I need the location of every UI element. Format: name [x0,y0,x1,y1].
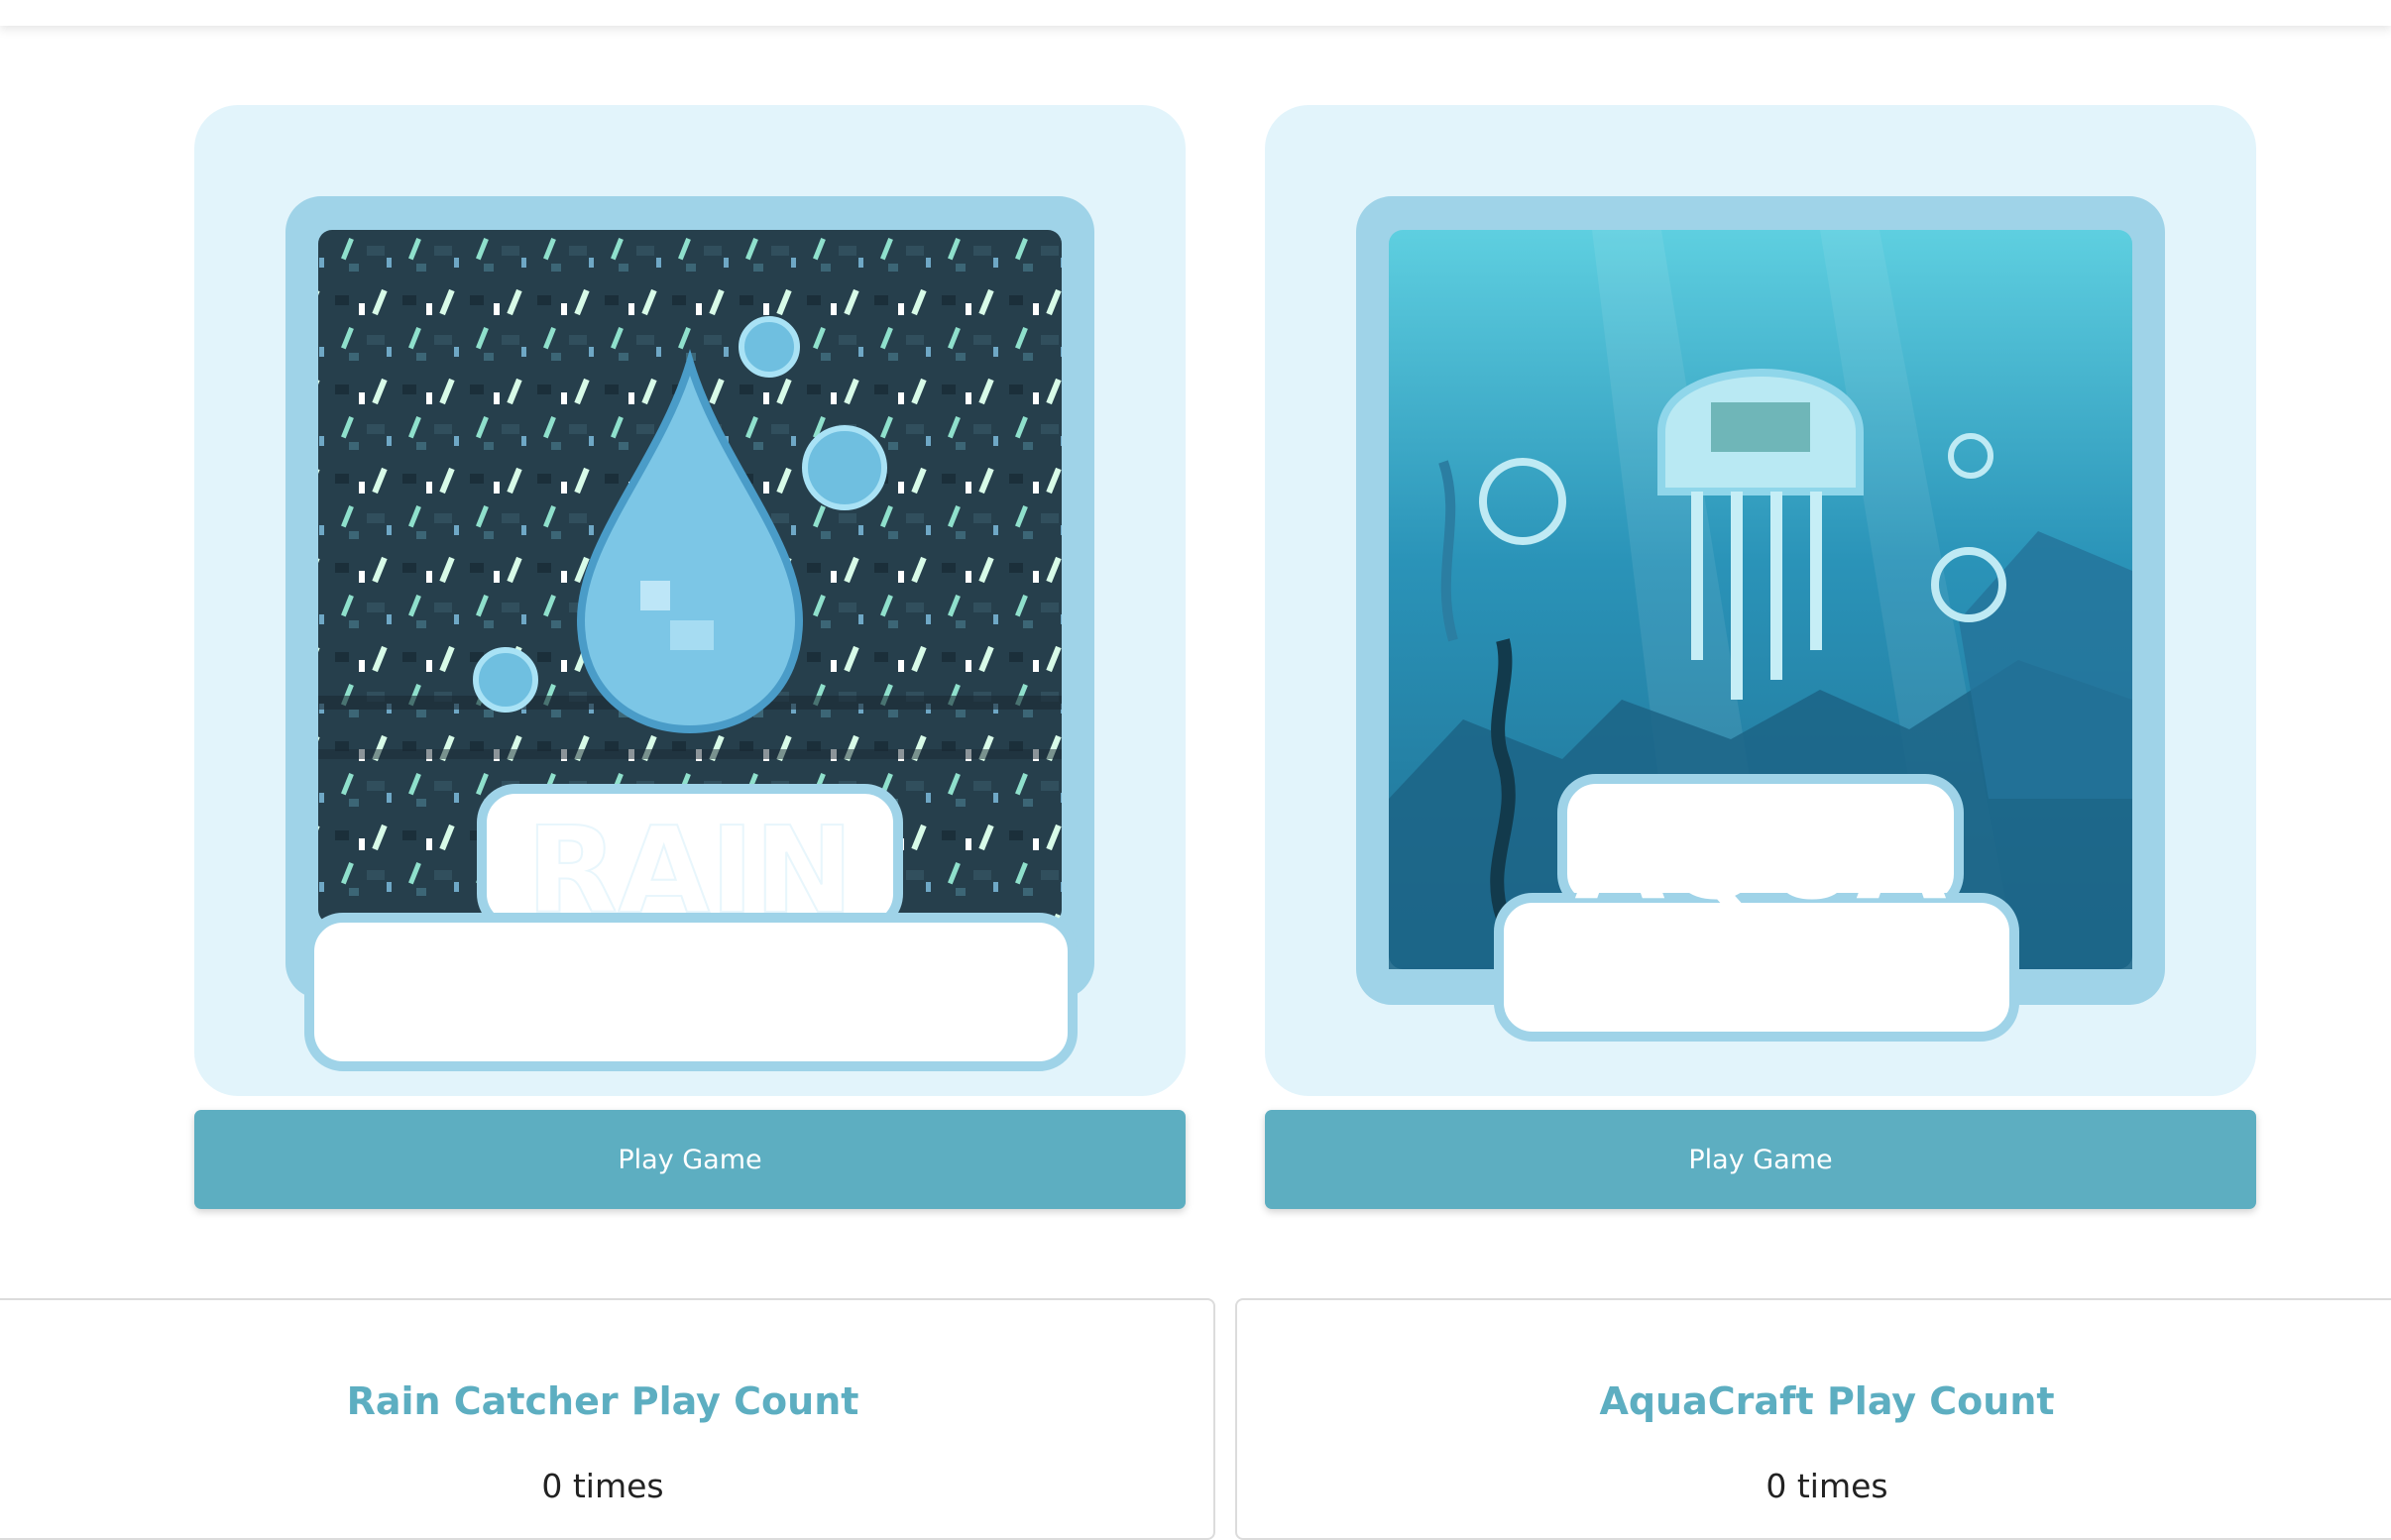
aquacraft-play-count-value: 0 times [1765,1467,1888,1505]
aquacraft-play-count-title: AquaCraft Play Count [1599,1379,2055,1423]
aquacraft-game-card[interactable]: AQUA CRAFT [1265,105,2256,1096]
aquacraft-play-count-panel: AquaCraft Play Count 0 times [1235,1298,2391,1540]
aquacraft-cover-art: AQUA CRAFT [1356,196,2165,1048]
rain-catcher-play-count-title: Rain Catcher Play Count [346,1379,859,1423]
aquacraft-title-line2: CRAFT [1547,912,1974,1048]
aquacraft-play-button[interactable]: Play Game [1265,1110,2256,1209]
rain-catcher-cover-art: RAIN CATCHER RAIN [285,196,1094,1077]
rain-catcher-title-line2: CATCHER [385,939,995,1077]
aquacraft-title-line1: AQUA [1574,789,1946,926]
rain-catcher-game-card[interactable]: RAIN CATCHER RAIN [194,105,1186,1096]
rain-catcher-play-button[interactable]: Play Game [194,1110,1186,1209]
rain-catcher-title-outline-1: RAIN [526,803,854,940]
rain-catcher-play-count-value: 0 times [541,1467,664,1505]
top-navigation-bar [0,0,2391,26]
rain-catcher-play-count-panel: Rain Catcher Play Count 0 times [0,1298,1215,1540]
